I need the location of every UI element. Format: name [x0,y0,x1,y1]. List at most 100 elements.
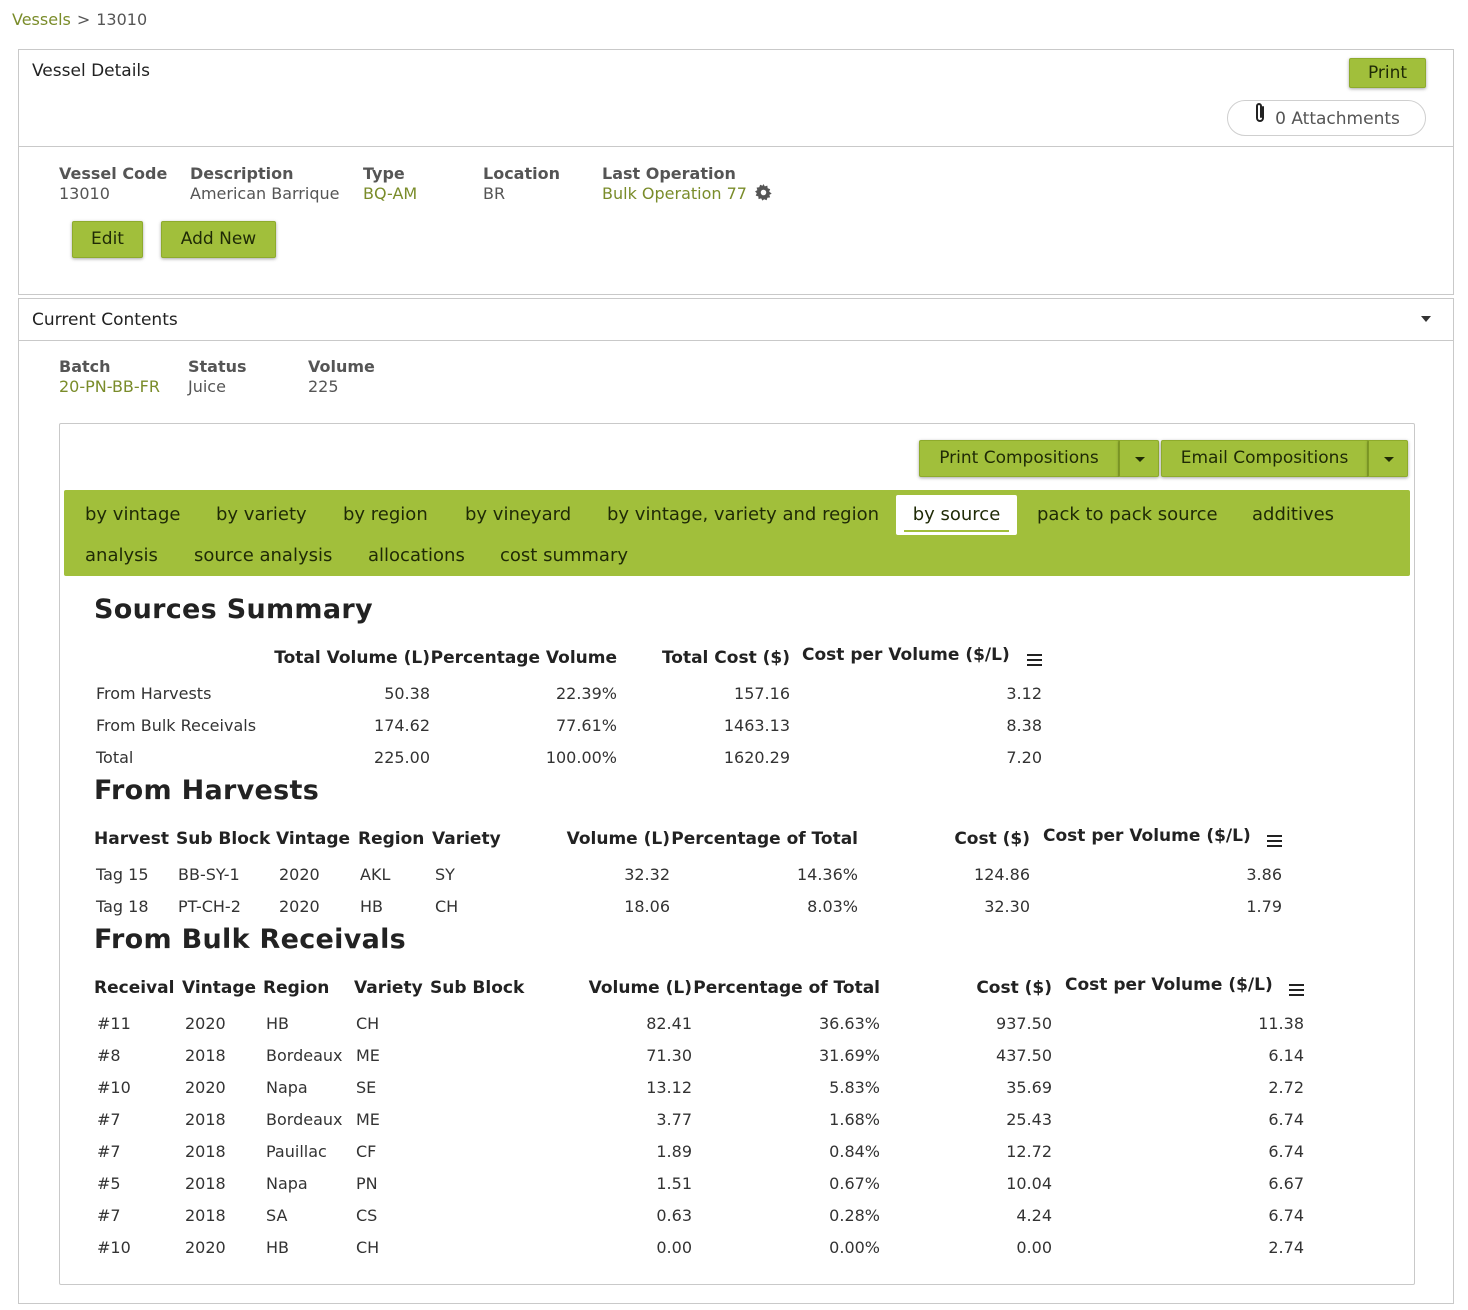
collapse-caret-icon[interactable] [1421,316,1431,322]
harvests-col-header: Variety [432,829,501,849]
tab-source-analysis[interactable]: source analysis [194,536,332,576]
harvest-cell: HB [360,897,384,916]
last-operation-field: Last Operation Bulk Operation 77 [602,164,772,205]
paperclip-icon [1253,101,1267,137]
gear-icon[interactable] [755,184,772,205]
receival-cell: 13.12 [646,1078,692,1097]
type-field: Type BQ-AM [363,164,417,203]
receival-cell: 0.63 [656,1206,692,1225]
receival-cell: 71.30 [646,1046,692,1065]
attachments-button[interactable]: 0 Attachments [1227,100,1426,136]
summary-cell: 100.00% [545,748,617,767]
harvest-cell: PT-CH-2 [178,897,241,916]
batch-field: Batch 20-PN-BB-FR [59,357,160,396]
vessel-details-panel: Vessel Details Print 0 Attachments Vesse… [18,49,1454,295]
receival-cell: 1.51 [656,1174,692,1193]
summary-cell: 7.20 [1006,748,1042,767]
receival-cell: 3.77 [656,1110,692,1129]
tab-by-source[interactable]: by source [896,495,1017,535]
type-link[interactable]: BQ-AM [363,184,417,203]
receival-cell: 11.38 [1258,1014,1304,1033]
description-value: American Barrique [190,184,340,203]
receivals-table-menu-icon[interactable] [1289,984,1304,996]
receival-cell: HB [266,1014,290,1033]
receival-cell: 82.41 [646,1014,692,1033]
tab-analysis[interactable]: analysis [85,536,158,576]
harvest-tag-link[interactable]: Tag 18 [96,897,149,916]
receival-cell: CS [356,1206,378,1225]
last-operation-link[interactable]: Bulk Operation 77 [602,184,747,203]
active-tab-underline [904,530,1009,532]
receival-number-link[interactable]: #5 [97,1174,121,1193]
receival-cell: SA [266,1206,288,1225]
receival-cell: CH [356,1238,380,1257]
receival-cell: 6.74 [1268,1206,1304,1225]
receivals-col-header: Cost ($) [976,978,1052,998]
print-compositions-button[interactable]: Print Compositions [919,440,1119,477]
receivals-col-header: Sub Block [430,978,525,998]
receival-cell: 0.00 [1016,1238,1052,1257]
breadcrumb: Vessels >13010 [12,10,147,29]
tab-cost-summary[interactable]: cost summary [500,536,628,576]
current-contents-title: Current Contents [32,310,178,330]
harvests-col-header: Sub Block [176,829,271,849]
add-new-button[interactable]: Add New [161,221,276,258]
tab-by-region[interactable]: by region [343,495,428,535]
receival-number-link[interactable]: #7 [97,1142,121,1161]
volume-label: Volume [308,357,375,376]
col-cost-per-volume: Cost per Volume ($/L) [802,645,1010,665]
receival-cell: 2018 [185,1046,226,1065]
tab-additives[interactable]: additives [1252,495,1334,535]
summary-cell: 1620.29 [723,748,790,767]
breadcrumb-vessels-link[interactable]: Vessels [12,10,71,29]
harvests-col-header: Region [358,829,425,849]
email-compositions-dropdown[interactable] [1368,440,1408,477]
harvest-cell: CH [435,897,459,916]
status-field: Status Juice [188,357,247,396]
summary-row-label-link[interactable]: From Harvests [96,684,211,703]
location-label: Location [483,164,560,183]
email-compositions-button[interactable]: Email Compositions [1161,440,1368,477]
edit-button[interactable]: Edit [72,221,143,258]
receival-cell: 6.74 [1268,1110,1304,1129]
harvest-cell: 3.86 [1246,865,1282,884]
type-label: Type [363,164,405,183]
receival-cell: PN [356,1174,378,1193]
receival-cell: 2.74 [1268,1238,1304,1257]
receival-cell: 10.04 [1006,1174,1052,1193]
vessel-details-title: Vessel Details [32,61,151,81]
tab-by-vintage-variety-region[interactable]: by vintage, variety and region [607,495,879,535]
receival-cell: 2018 [185,1142,226,1161]
receival-cell: ME [356,1046,380,1065]
tab-by-variety[interactable]: by variety [216,495,307,535]
receival-number-link[interactable]: #11 [97,1014,131,1033]
current-contents-header[interactable]: Current Contents [19,299,1453,341]
print-button[interactable]: Print [1349,58,1426,88]
harvests-col-header: Percentage of Total [671,829,858,849]
tab-pack-to-pack-source[interactable]: pack to pack source [1037,495,1218,535]
receival-number-link[interactable]: #8 [97,1046,121,1065]
harvest-tag-link[interactable]: Tag 15 [96,865,149,884]
receival-cell: SE [356,1078,377,1097]
batch-link[interactable]: 20-PN-BB-FR [59,377,160,396]
summary-cell: 225.00 [374,748,430,767]
receival-number-link[interactable]: #7 [97,1110,121,1129]
breadcrumb-separator: > [76,10,91,29]
tab-allocations[interactable]: allocations [368,536,465,576]
receival-number-link[interactable]: #10 [97,1238,131,1257]
tab-by-vintage[interactable]: by vintage [85,495,180,535]
harvests-col-header: Harvest [94,829,169,849]
receival-cell: 36.63% [818,1014,880,1033]
volume-field: Volume 225 [308,357,375,396]
receival-number-link[interactable]: #10 [97,1078,131,1097]
summary-row-label-link[interactable]: From Bulk Receivals [96,716,256,735]
summary-table-menu-icon[interactable] [1027,654,1042,666]
harvests-table-menu-icon[interactable] [1267,835,1282,847]
receival-cell: 2.72 [1268,1078,1304,1097]
summary-row-label-link[interactable]: Total [96,748,133,767]
description-field: Description American Barrique [190,164,339,203]
receival-cell: 6.74 [1268,1142,1304,1161]
print-compositions-dropdown[interactable] [1119,440,1159,477]
receival-number-link[interactable]: #7 [97,1206,121,1225]
tab-by-vineyard[interactable]: by vineyard [465,495,571,535]
